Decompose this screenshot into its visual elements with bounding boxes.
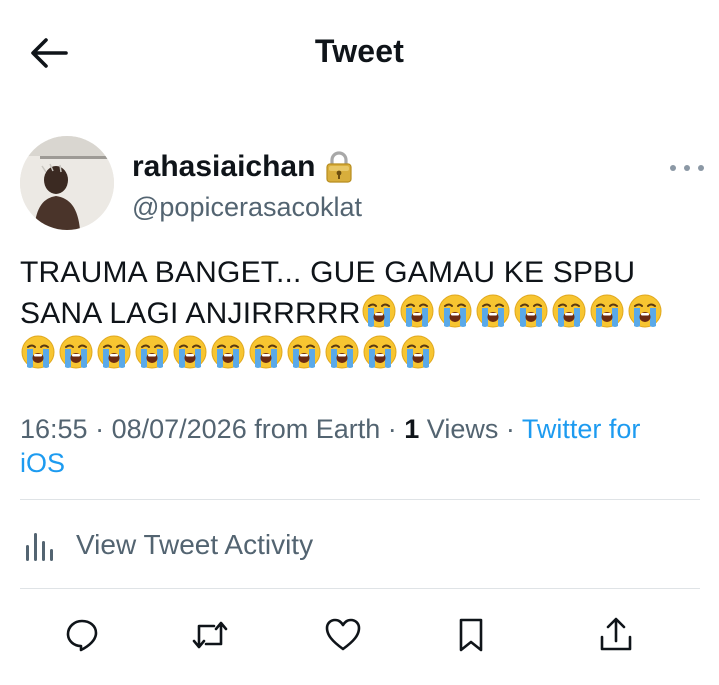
tweet-text-line1: TRAUMA BANGET... GUE GAMAU KE SPBU	[20, 256, 636, 289]
bookmark-button[interactable]	[449, 612, 493, 658]
loudly-crying-face-emoji	[211, 335, 245, 369]
user-handle[interactable]: @popicerasacoklat	[132, 192, 362, 222]
divider	[20, 588, 700, 589]
tweet-location: from Earth	[246, 414, 381, 444]
author-names: rahasiaichan @popicerasacoklat	[132, 150, 362, 222]
loudly-crying-face-emoji	[400, 294, 434, 328]
tweet-source-link-continued[interactable]: iOS	[20, 448, 65, 478]
loudly-crying-face-emoji	[362, 294, 396, 328]
reply-button[interactable]	[60, 612, 104, 658]
reply-icon	[66, 619, 98, 652]
emoji-group-line3	[20, 334, 705, 375]
loudly-crying-face-emoji	[476, 294, 510, 328]
tweet-actions	[0, 612, 719, 660]
activity-label: View Tweet Activity	[76, 529, 314, 560]
tweet-line-2: SANA LAGI ANJIRRRRR	[20, 293, 705, 334]
loudly-crying-face-emoji	[21, 335, 55, 369]
loudly-crying-face-emoji	[97, 335, 131, 369]
tweet-meta: 16:55 · 08/07/2026 from Earth · 1 Views …	[20, 412, 700, 480]
tweet-text-line2: SANA LAGI ANJIRRRRR	[20, 297, 361, 330]
view-tweet-activity-button[interactable]: View Tweet Activity	[20, 522, 313, 568]
loudly-crying-face-emoji	[173, 335, 207, 369]
more-options-button[interactable]	[670, 158, 704, 178]
meta-line-1: 16:55 · 08/07/2026 from Earth · 1 Views …	[20, 412, 700, 446]
retweet-icon	[192, 621, 228, 649]
emoji-group-line2	[361, 294, 665, 330]
display-name-row[interactable]: rahasiaichan	[132, 150, 362, 184]
loudly-crying-face-emoji	[438, 294, 472, 328]
more-dot	[698, 165, 704, 171]
more-dot	[684, 165, 690, 171]
views-label: Views	[419, 414, 499, 444]
share-icon	[600, 617, 632, 651]
tweet-text: TRAUMA BANGET... GUE GAMAU KE SPBU SANA …	[20, 252, 705, 375]
meta-separator: ·	[380, 414, 405, 444]
display-name: rahasiaichan	[132, 150, 316, 183]
tweet-date: 08/07/2026	[111, 414, 247, 444]
loudly-crying-face-emoji	[514, 294, 548, 328]
loudly-crying-face-emoji	[287, 335, 321, 369]
share-button[interactable]	[594, 612, 638, 658]
tweet-time: 16:55	[20, 414, 88, 444]
loudly-crying-face-emoji	[401, 335, 435, 369]
heart-icon	[325, 618, 361, 651]
app-header: Tweet	[0, 0, 719, 105]
lock-icon	[326, 151, 353, 183]
meta-separator: ·	[498, 414, 522, 444]
like-button[interactable]	[321, 612, 365, 658]
loudly-crying-face-emoji	[59, 335, 93, 369]
loudly-crying-face-emoji	[552, 294, 586, 328]
loudly-crying-face-emoji	[135, 335, 169, 369]
more-horizontal-icon	[670, 165, 676, 171]
bar-chart-icon	[26, 533, 53, 561]
page-title: Tweet	[314, 33, 405, 69]
views-count: 1	[404, 414, 420, 444]
loudly-crying-face-emoji	[363, 335, 397, 369]
loudly-crying-face-emoji	[590, 294, 624, 328]
meta-separator: ·	[87, 414, 112, 444]
avatar-image	[20, 136, 114, 230]
avatar[interactable]	[20, 136, 114, 230]
tweet-line-1: TRAUMA BANGET... GUE GAMAU KE SPBU	[20, 252, 705, 293]
meta-line-2: iOS	[20, 446, 700, 480]
tweet-source-link[interactable]: Twitter for	[522, 414, 641, 444]
retweet-button[interactable]	[188, 612, 232, 658]
loudly-crying-face-emoji	[628, 294, 662, 328]
tweet-author: rahasiaichan @popicerasacoklat	[20, 136, 704, 230]
loudly-crying-face-emoji	[249, 335, 283, 369]
divider	[20, 499, 700, 500]
bookmark-icon	[459, 618, 483, 652]
loudly-crying-face-emoji	[325, 335, 359, 369]
